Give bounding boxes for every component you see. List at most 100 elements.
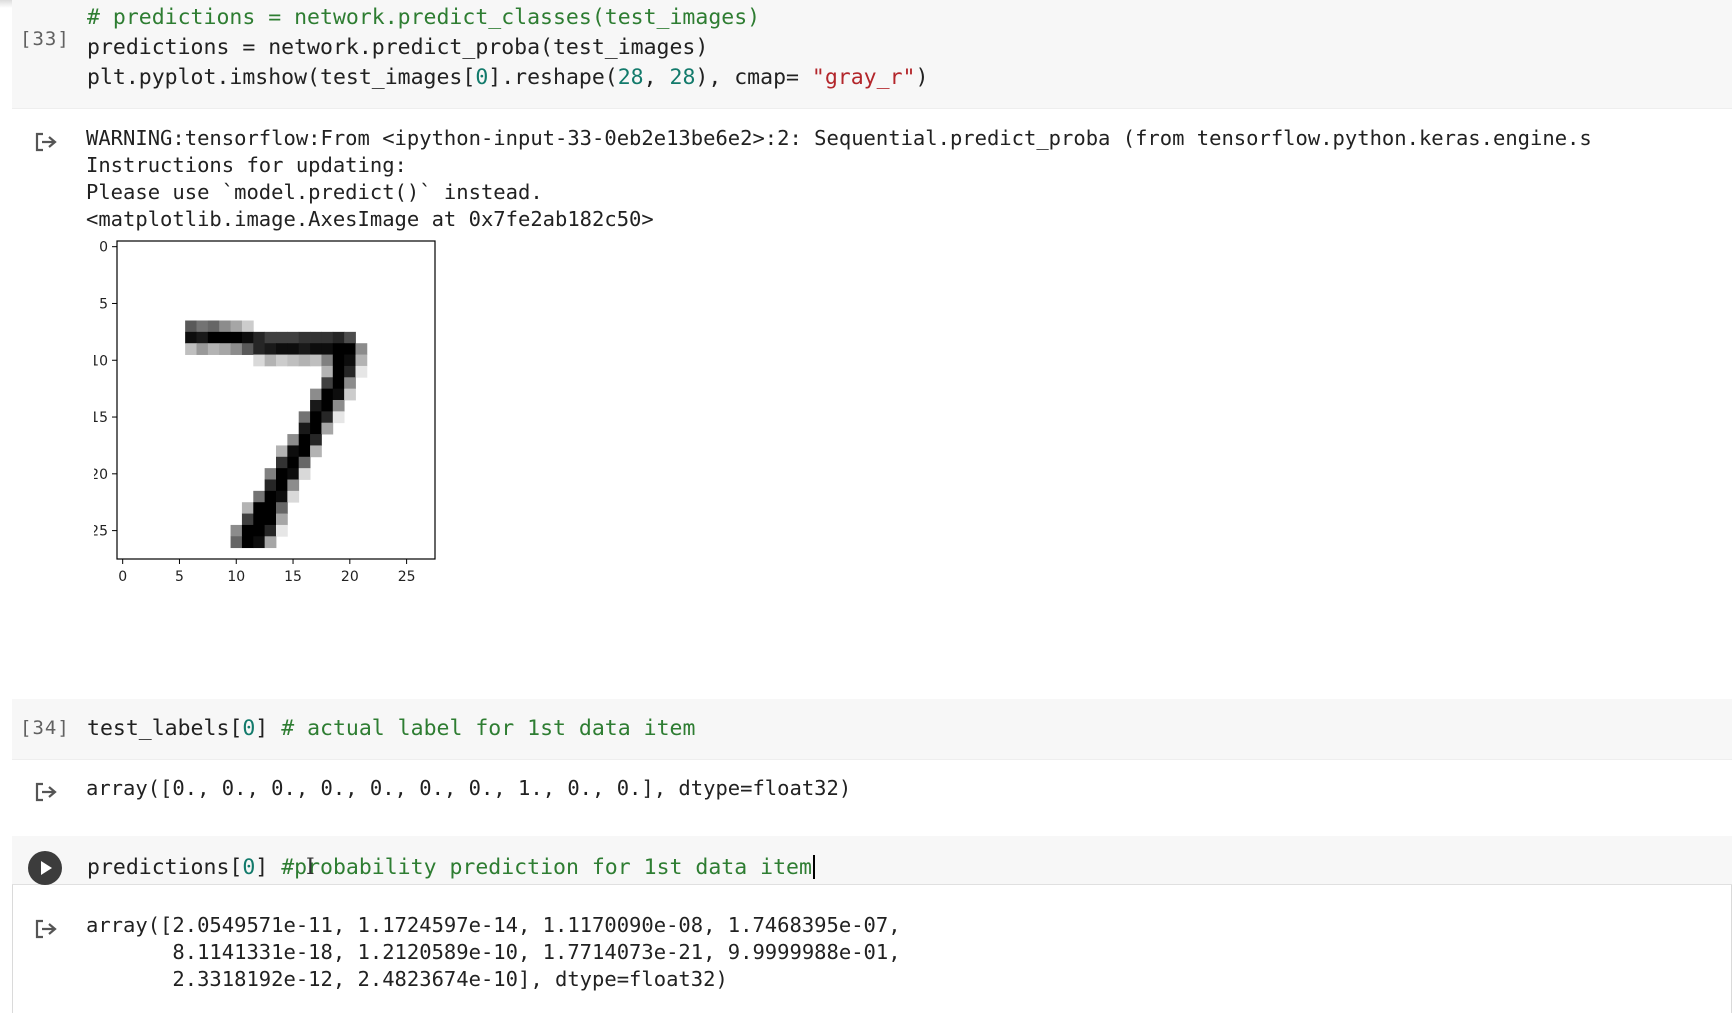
- image-pixel: [241, 536, 254, 549]
- image-pixel: [321, 365, 334, 378]
- image-pixel: [344, 365, 356, 378]
- output-line: WARNING:tensorflow:From <ipython-input-3…: [86, 126, 1592, 150]
- x-tick-label: 25: [398, 569, 416, 585]
- image-pixel: [321, 343, 334, 355]
- code-token: 0: [475, 65, 489, 90]
- image-pixel: [287, 490, 300, 503]
- output-line: array([0., 0., 0., 0., 0., 0., 0., 1., 0…: [86, 776, 852, 800]
- code-editor-33[interactable]: # predictions = network.predict_classes(…: [87, 3, 928, 93]
- code-token: 28: [617, 65, 644, 90]
- image-pixel: [241, 502, 254, 514]
- image-pixel: [276, 445, 288, 458]
- image-pixel: [287, 468, 300, 480]
- code-line[interactable]: # predictions = network.predict_classes(…: [87, 3, 928, 33]
- image-pixel: [287, 343, 300, 355]
- code-editor-active[interactable]: predictions[0] #probability prediction f…: [87, 853, 815, 883]
- image-pixel: [207, 331, 220, 344]
- image-pixel: [241, 524, 254, 537]
- image-pixel: [287, 354, 300, 367]
- y-tick-label: 5: [99, 296, 108, 312]
- code-token: # actual label for 1st data item: [281, 716, 696, 741]
- image-pixel: [207, 343, 220, 355]
- image-pixel: [298, 331, 311, 344]
- image-pixel: [264, 524, 277, 537]
- imshow-plot: 0 5 10 15 20 25 0 5 10 15 20 25: [94, 240, 436, 585]
- code-line[interactable]: plt.pyplot.imshow(test_images[0].reshape…: [87, 63, 928, 93]
- output-line: <matplotlib.image.AxesImage at 0x7fe2ab1…: [86, 207, 654, 231]
- image-pixel: [332, 388, 345, 401]
- image-pixel: [355, 365, 368, 378]
- image-pixel: [321, 377, 334, 390]
- code-line[interactable]: predictions[0] #probability prediction f…: [87, 853, 815, 883]
- image-pixel: [264, 343, 277, 355]
- code-line[interactable]: predictions = network.predict_proba(test…: [87, 33, 928, 63]
- image-pixel: [230, 524, 243, 537]
- image-pixel: [196, 331, 209, 344]
- output-icon[interactable]: [34, 781, 60, 803]
- image-pixel: [321, 388, 334, 401]
- y-tick-label: 25: [94, 524, 108, 540]
- image-pixel: [344, 354, 356, 367]
- code-token: 0: [242, 855, 256, 880]
- image-pixel: [196, 343, 209, 355]
- image-pixel: [332, 365, 345, 378]
- image-pixel: [276, 524, 288, 537]
- image-pixel: [264, 502, 277, 514]
- output-icon[interactable]: [34, 918, 60, 940]
- code-token: # predictions = network.predict_classes(…: [87, 5, 761, 30]
- image-pixel: [230, 536, 243, 549]
- image-pixel: [287, 456, 300, 469]
- text-cursor-icon: I: [306, 855, 315, 880]
- output-line: 2.3318192e-12, 2.4823674e-10], dtype=flo…: [86, 967, 728, 991]
- image-pixel: [298, 354, 311, 367]
- code-token: plt.pyplot.imshow(test_images[: [87, 65, 476, 90]
- image-pixel: [344, 343, 356, 355]
- run-cell-button[interactable]: [28, 851, 62, 885]
- code-token: test_labels[: [87, 716, 243, 741]
- code-token: ,: [643, 65, 670, 90]
- image-pixel: [264, 513, 277, 526]
- image-pixel: [264, 354, 277, 367]
- image-pixel: [219, 331, 231, 344]
- image-pixel: [344, 388, 356, 401]
- image-pixel: [298, 422, 311, 435]
- image-pixel: [310, 434, 322, 446]
- output-cell-33: WARNING:tensorflow:From <ipython-input-3…: [86, 125, 1592, 233]
- image-pixel: [253, 502, 266, 514]
- output-cell-active: array([2.0549571e-11, 1.1724597e-14, 1.1…: [86, 912, 901, 993]
- image-pixel: [355, 343, 368, 355]
- code-token: predictions = network.predict_proba(test…: [87, 35, 709, 60]
- image-pixel: [310, 331, 322, 344]
- x-tick-label: 10: [227, 569, 245, 585]
- image-pixel: [264, 490, 277, 503]
- image-pixel: [276, 354, 288, 367]
- code-editor-34[interactable]: test_labels[0] # actual label for 1st da…: [87, 714, 695, 744]
- output-icon[interactable]: [34, 131, 60, 153]
- image-pixel: [321, 411, 334, 424]
- code-line[interactable]: test_labels[0] # actual label for 1st da…: [87, 714, 695, 744]
- image-pixel: [310, 411, 322, 424]
- code-token: ].reshape(: [488, 65, 618, 90]
- y-tick-label: 10: [94, 353, 108, 369]
- image-pixel: [298, 445, 311, 458]
- image-pixel: [276, 490, 288, 503]
- x-tick-label: 0: [118, 569, 127, 585]
- image-pixel: [321, 331, 334, 344]
- image-pixel: [276, 479, 288, 492]
- image-pixel: [355, 354, 368, 367]
- image-pixel: [332, 354, 345, 367]
- image-pixel: [276, 343, 288, 355]
- image-pixel: [264, 479, 277, 492]
- image-pixel: [287, 445, 300, 458]
- image-pixel: [287, 434, 300, 446]
- image-pixel: [321, 354, 334, 367]
- image-pixel: [276, 331, 288, 344]
- image-pixel: [276, 456, 288, 469]
- code-token: predictions[: [87, 855, 243, 880]
- image-pixel: [253, 354, 266, 367]
- image-pixel: [276, 513, 288, 526]
- image-pixel: [219, 343, 231, 355]
- image-pixel: [287, 479, 300, 492]
- y-tick-label: 20: [94, 467, 108, 483]
- code-token: "gray_r": [811, 65, 916, 90]
